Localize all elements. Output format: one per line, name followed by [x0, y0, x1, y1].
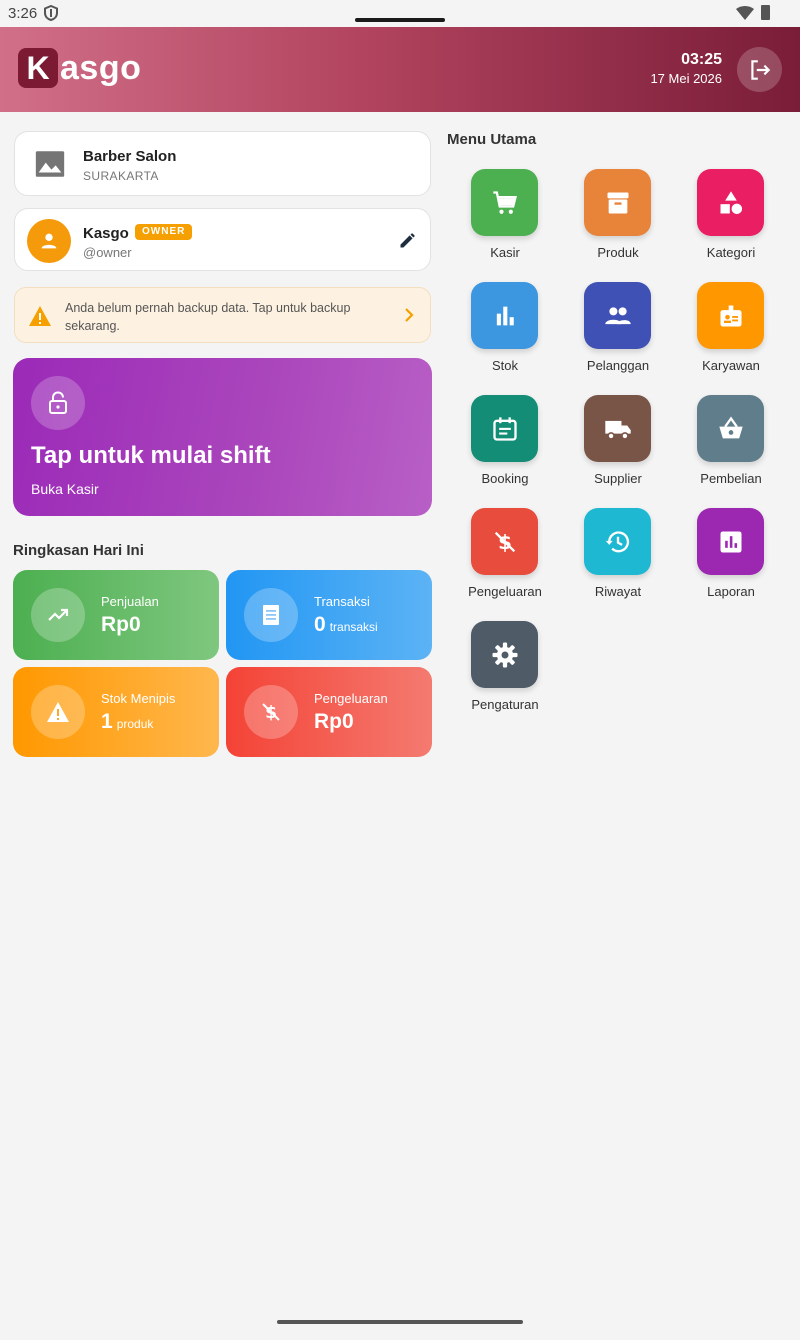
low-stock-label: Stok Menipis	[101, 691, 176, 706]
menu-item-kategori[interactable]: Kategori	[676, 169, 786, 269]
money-off-icon: $	[471, 508, 538, 575]
user-name: Kasgo	[83, 225, 129, 242]
sales-stat-card[interactable]: Penjualan Rp0	[13, 570, 219, 660]
menu-item-kasir[interactable]: Kasir	[450, 169, 560, 269]
report-icon	[697, 508, 764, 575]
badge-icon	[697, 282, 764, 349]
menu-item-booking[interactable]: Booking	[450, 395, 560, 495]
start-shift-card[interactable]: Tap untuk mulai shift Buka Kasir	[13, 358, 432, 516]
transactions-stat-card[interactable]: Transaksi 0 transaksi	[226, 570, 432, 660]
store-image-icon	[33, 147, 67, 186]
menu-item-pelanggan[interactable]: Pelanggan	[563, 282, 673, 382]
wifi-icon	[736, 6, 754, 25]
menu-label: Pelanggan	[586, 358, 650, 373]
backup-notice-text: Anda belum pernah backup data. Tap untuk…	[65, 301, 351, 333]
sales-label: Penjualan	[101, 594, 159, 609]
menu-label: Pengaturan	[471, 697, 539, 712]
store-name: Barber Salon	[83, 148, 177, 165]
gesture-nav-bar[interactable]	[277, 1320, 523, 1324]
expenses-label: Pengeluaran	[314, 691, 388, 706]
transactions-label: Transaksi	[314, 594, 370, 609]
cart-icon	[471, 169, 538, 236]
menu-item-riwayat[interactable]: Riwayat	[563, 508, 673, 608]
category-icon	[697, 169, 764, 236]
transactions-value: 0	[314, 613, 326, 636]
expenses-value: Rp0	[314, 710, 354, 733]
menu-label: Karyawan	[702, 358, 760, 373]
low-stock-stat-card[interactable]: Stok Menipis 1 produk	[13, 667, 219, 757]
app-header: K asgo 03:25 17 Mei 2026	[0, 27, 800, 112]
status-bar: 3:26	[0, 0, 800, 27]
menu-label: Riwayat	[594, 584, 642, 599]
expenses-stat-card[interactable]: $ Pengeluaran Rp0	[226, 667, 432, 757]
user-card[interactable]: Kasgo OWNER @owner	[14, 208, 431, 271]
backup-notice[interactable]: Anda belum pernah backup data. Tap untuk…	[14, 287, 431, 343]
pencil-icon	[400, 233, 415, 248]
chevron-right-icon	[404, 308, 414, 327]
menu-label: Supplier	[594, 471, 642, 486]
menu-label: Stok	[491, 358, 518, 373]
logout-icon	[750, 59, 770, 80]
menu-label: Pembelian	[700, 471, 762, 486]
truck-icon	[584, 395, 651, 462]
trending-up-icon	[31, 588, 85, 642]
shift-title: Tap untuk mulai shift	[31, 442, 271, 469]
camera-pill	[355, 18, 445, 22]
store-city: SURAKARTA	[83, 169, 159, 183]
logo-mark: K	[18, 48, 58, 88]
summary-title: Ringkasan Hari Ini	[13, 542, 144, 559]
menu-label: Laporan	[707, 584, 755, 599]
menu-item-pengeluaran[interactable]: $ Pengeluaran	[450, 508, 560, 608]
history-icon	[584, 508, 651, 575]
low-stock-value-row: 1 produk	[101, 710, 153, 734]
menu-label: Produk	[597, 245, 639, 260]
battery-icon	[761, 5, 770, 20]
sales-value: Rp0	[101, 613, 141, 636]
menu-item-pengaturan[interactable]: Pengaturan	[450, 621, 560, 721]
menu-label: Pengeluaran	[468, 584, 542, 599]
money-off-icon: $	[244, 685, 298, 739]
warning-icon	[31, 685, 85, 739]
menu-item-supplier[interactable]: Supplier	[563, 395, 673, 495]
person-icon	[41, 233, 57, 249]
menu-label: Kasir	[490, 245, 520, 260]
low-stock-unit: produk	[116, 717, 154, 731]
logout-button[interactable]	[737, 47, 782, 92]
bar-chart-icon	[471, 282, 538, 349]
gear-icon	[471, 621, 538, 688]
header-date: 17 Mei 2026	[650, 71, 722, 86]
menu-item-pembelian[interactable]: Pembelian	[676, 395, 786, 495]
receipt-icon	[244, 588, 298, 642]
user-handle: @owner	[83, 245, 132, 260]
role-badge: OWNER	[135, 224, 193, 240]
status-time: 3:26	[8, 5, 38, 22]
menu-label: Kategori	[706, 245, 756, 260]
menu-item-produk[interactable]: Produk	[563, 169, 673, 269]
shield-icon	[44, 4, 58, 26]
kasgo-logo: K asgo	[18, 48, 141, 88]
logo-text: asgo	[60, 48, 142, 87]
transactions-unit: transaksi	[329, 620, 378, 634]
low-stock-value: 1	[101, 710, 113, 733]
store-card[interactable]: Barber Salon SURAKARTA	[14, 131, 431, 196]
lock-icon	[31, 376, 85, 430]
archive-icon	[584, 169, 651, 236]
menu-item-laporan[interactable]: Laporan	[676, 508, 786, 608]
menu-label: Booking	[481, 471, 529, 486]
avatar	[27, 219, 71, 263]
menu-item-karyawan[interactable]: Karyawan	[676, 282, 786, 382]
menu-item-stok[interactable]: Stok	[450, 282, 560, 382]
main-menu-title: Menu Utama	[447, 131, 537, 148]
edit-profile-button[interactable]	[398, 230, 418, 255]
header-time: 03:25	[681, 51, 722, 68]
warning-icon	[27, 305, 53, 332]
people-icon	[584, 282, 651, 349]
shift-subtitle: Buka Kasir	[31, 481, 99, 497]
calendar-icon	[471, 395, 538, 462]
transactions-value-row: 0 transaksi	[314, 613, 378, 637]
basket-icon	[697, 395, 764, 462]
